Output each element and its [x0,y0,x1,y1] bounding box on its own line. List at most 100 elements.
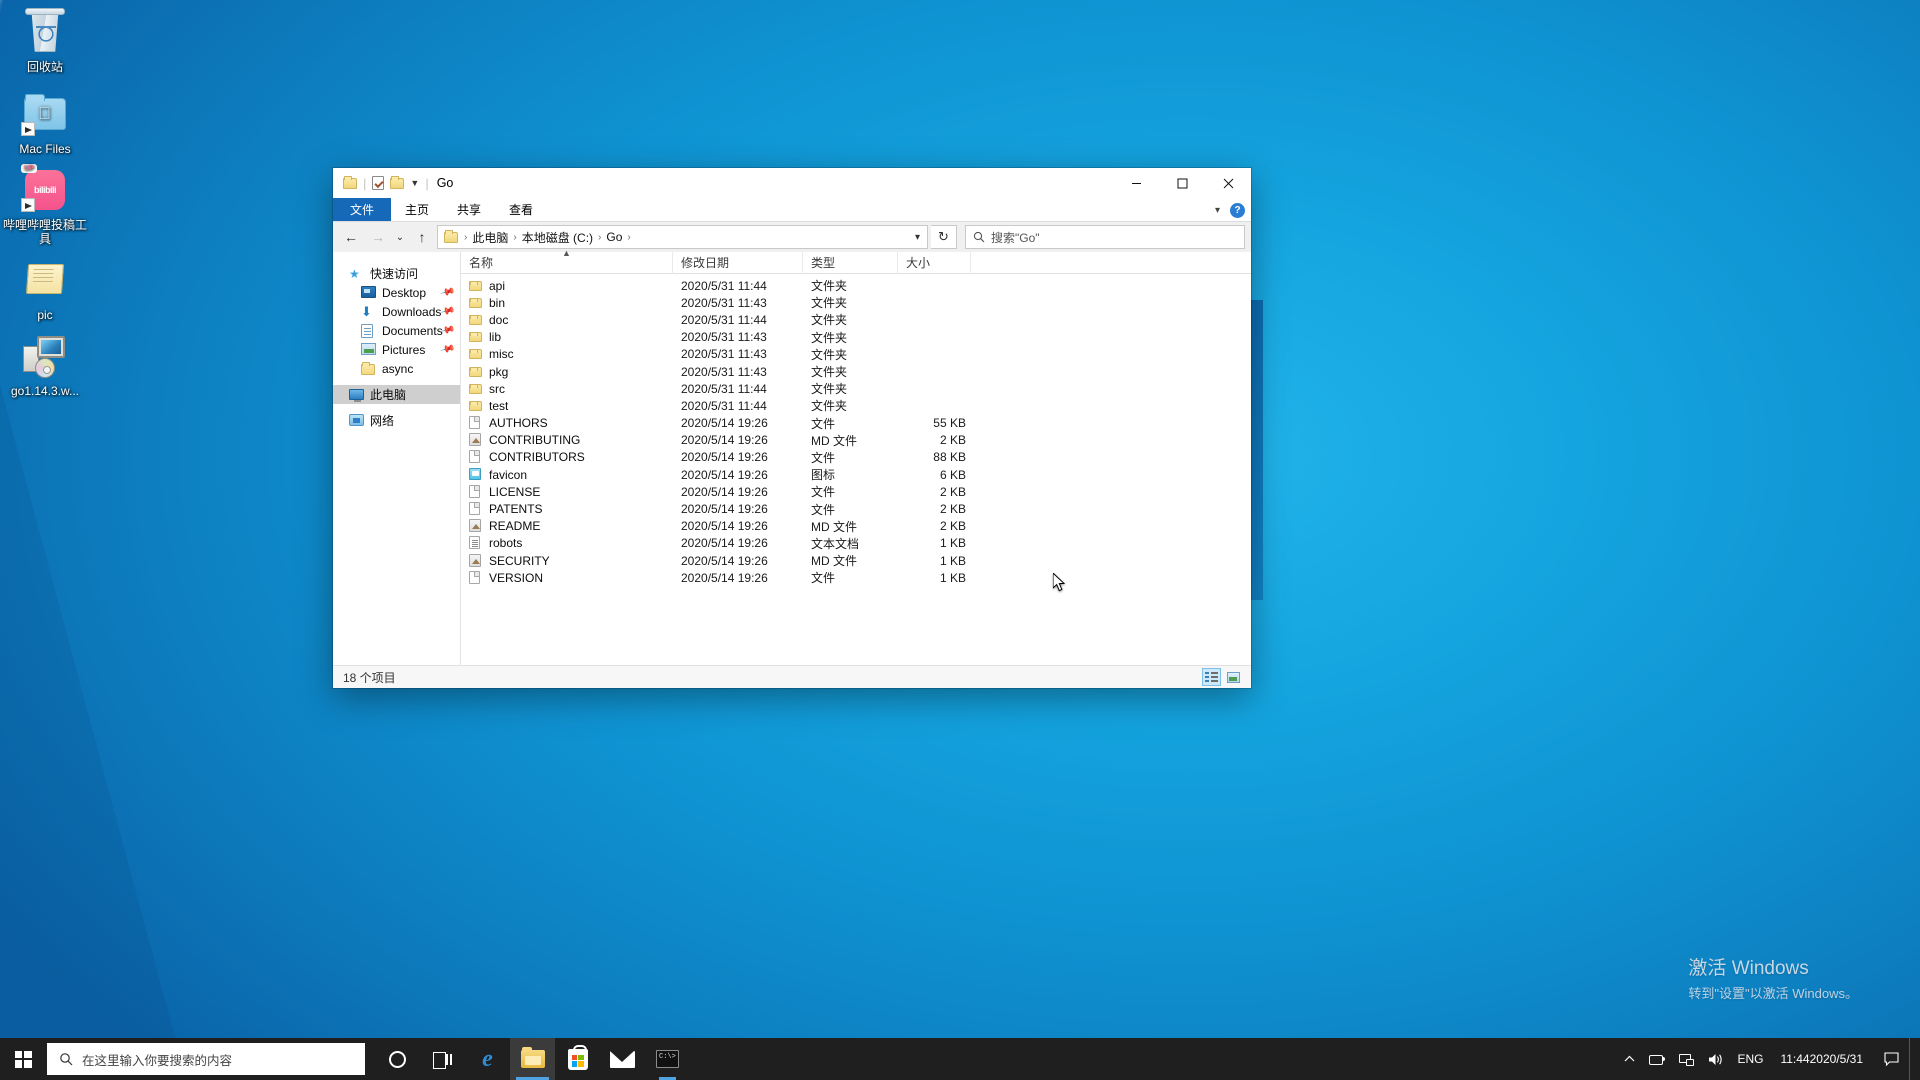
sidebar-item-pictures[interactable]: Pictures 📌 [333,340,460,359]
tab-file[interactable]: 文件 [333,198,392,221]
table-row[interactable]: PATENTS 2020/5/14 19:26 文件 2 KB [461,500,1251,517]
minimize-button[interactable] [1113,168,1159,198]
large-icons-view-button[interactable] [1224,668,1243,686]
help-button[interactable]: ? [1230,202,1245,218]
column-header-size[interactable]: 大小 [898,251,971,274]
file-explorer-button[interactable] [510,1038,555,1080]
recent-locations-button[interactable]: ⌄ [393,225,407,249]
column-header-type[interactable]: 类型 [803,251,898,274]
table-row[interactable]: CONTRIBUTING 2020/5/14 19:26 MD 文件 2 KB [461,432,1251,449]
table-row[interactable]: bin 2020/5/31 11:43 文件夹 [461,294,1251,311]
sidebar-item-documents[interactable]: Documents 📌 [333,321,460,340]
task-view-button[interactable] [420,1038,465,1080]
table-row[interactable]: test 2020/5/31 11:44 文件夹 [461,397,1251,414]
sidebar-item-async[interactable]: async [333,359,460,378]
table-row[interactable]: pkg 2020/5/31 11:43 文件夹 [461,363,1251,380]
table-row[interactable]: misc 2020/5/31 11:43 文件夹 [461,346,1251,363]
pin-icon[interactable]: 📌 [439,342,455,358]
item-count-label: 18 个项目 [343,670,396,685]
column-header-date[interactable]: 修改日期 [673,251,803,274]
table-row[interactable]: lib 2020/5/31 11:43 文件夹 [461,329,1251,346]
tray-overflow-button[interactable] [1617,1038,1642,1080]
bilibili-icon: bilibili UP [21,164,69,214]
desktop-icon-bilibili[interactable]: bilibili UP 哔哩哔哩投稿工具 [2,164,88,246]
taskbar-search-input[interactable]: 在这里输入你要搜索的内容 [47,1043,365,1075]
file-name: PATENTS [489,502,543,517]
title-bar[interactable]: | ▼ | Go [333,168,1251,198]
address-bar[interactable]: ← → ⌄ ↑ › 此电脑 › 本地磁盘 (C:) › Go › ▾ ↻ 搜索"… [333,222,1251,252]
back-button[interactable]: ← [339,225,363,249]
desktop-icon-mac-files[interactable]:  Mac Files [2,90,88,156]
table-row[interactable]: api 2020/5/31 11:44 文件夹 [461,277,1251,294]
tray-network-button[interactable] [1672,1038,1701,1080]
taskbar[interactable]: 在这里输入你要搜索的内容 e C:\> ENG 11:44 2020/5/31 [0,1038,1920,1080]
breadcrumb-item-this-pc[interactable]: 此电脑 [469,229,511,246]
microsoft-store-button[interactable] [555,1038,600,1080]
table-row[interactable]: AUTHORS 2020/5/14 19:26 文件 55 KB [461,415,1251,432]
sidebar-item-downloads[interactable]: ⬇ Downloads 📌 [333,302,460,321]
folder-icon [469,382,482,396]
table-row[interactable]: LICENSE 2020/5/14 19:26 文件 2 KB [461,483,1251,500]
search-input[interactable]: 搜索"Go" [965,225,1245,249]
ribbon-tab-bar[interactable]: 文件 主页 共享 查看 ▾ ? [333,198,1251,222]
table-row[interactable]: robots 2020/5/14 19:26 文本文档 1 KB [461,535,1251,552]
quick-access-toolbar[interactable]: | ▼ | [343,175,429,191]
file-rows[interactable]: api 2020/5/31 11:44 文件夹 bin 2020/5/31 11:43 文… [461,274,1251,665]
breadcrumb-item-go[interactable]: Go [603,230,625,244]
breadcrumb[interactable]: › 此电脑 › 本地磁盘 (C:) › Go › ▾ [437,225,928,249]
tray-volume-button[interactable] [1701,1038,1730,1080]
table-row[interactable]: README 2020/5/14 19:26 MD 文件 2 KB [461,518,1251,535]
desktop-icon-pic[interactable]: pic [2,256,88,322]
table-row[interactable]: SECURITY 2020/5/14 19:26 MD 文件 1 KB [461,552,1251,569]
close-button[interactable] [1205,168,1251,198]
tab-home[interactable]: 主页 [391,198,443,221]
pin-icon[interactable]: 📌 [439,285,455,301]
breadcrumb-item-local-disk[interactable]: 本地磁盘 (C:) [519,229,596,246]
column-header-name[interactable]: 名称 ▲ [461,248,673,274]
tab-share[interactable]: 共享 [443,198,495,221]
navigation-pane[interactable]: ★ 快速访问 Desktop 📌 ⬇ Downloads 📌 Documents… [333,252,461,665]
system-tray[interactable]: ENG 11:44 2020/5/31 [1617,1038,1920,1080]
show-desktop-button[interactable] [1909,1038,1916,1080]
tab-view[interactable]: 查看 [495,198,547,221]
cell-name: test [461,399,673,413]
window-controls[interactable] [1113,168,1251,198]
notification-center-button[interactable] [1873,1038,1909,1080]
table-row[interactable]: VERSION 2020/5/14 19:26 文件 1 KB [461,569,1251,586]
sidebar-item-this-pc[interactable]: 此电脑 [333,385,460,404]
forward-button[interactable]: → [366,225,390,249]
file-explorer-window[interactable]: | ▼ | Go 文件 主页 共享 查看 ▾ ? ← → ⌄ ↑ › 此电脑 ›… [333,168,1251,688]
chevron-down-icon[interactable]: ▼ [410,178,419,188]
sidebar-item-quick-access[interactable]: ★ 快速访问 [333,264,460,283]
maximize-button[interactable] [1159,168,1205,198]
tray-language-button[interactable]: ENG [1730,1038,1770,1080]
view-toggle-group[interactable] [1202,668,1243,686]
sidebar-item-network[interactable]: 网络 [333,411,460,430]
taskbar-app-buttons[interactable]: e [375,1038,690,1080]
new-folder-icon[interactable] [390,175,405,189]
chevron-down-icon[interactable]: ▾ [915,232,923,243]
mail-button[interactable] [600,1038,645,1080]
column-headers[interactable]: 名称 ▲ 修改日期 类型 大小 [461,248,1251,274]
properties-icon[interactable] [372,176,385,190]
cortana-button[interactable] [375,1038,420,1080]
terminal-button[interactable] [645,1038,690,1080]
up-button[interactable]: ↑ [410,225,434,249]
desktop-icon-recycle-bin[interactable]: 回收站 [2,8,88,74]
start-button[interactable] [0,1038,46,1080]
table-row[interactable]: favicon 2020/5/14 19:26 图标 6 KB [461,466,1251,483]
table-row[interactable]: src 2020/5/31 11:44 文件夹 [461,380,1251,397]
tray-usb-button[interactable] [1642,1038,1672,1080]
desktop-icon-go-installer[interactable]: go1.14.3.w... [2,332,88,398]
refresh-button[interactable]: ↻ [931,225,957,249]
sidebar-item-desktop[interactable]: Desktop 📌 [333,283,460,302]
details-view-button[interactable] [1202,668,1221,686]
tray-clock[interactable]: 11:44 2020/5/31 [1770,1038,1873,1080]
file-list-pane[interactable]: 名称 ▲ 修改日期 类型 大小 api 2020/5/31 11:44 文件夹 bin… [461,248,1251,665]
edge-button[interactable]: e [465,1038,510,1080]
mac-files-folder-icon:  [21,90,69,138]
table-row[interactable]: doc 2020/5/31 11:44 文件夹 [461,311,1251,328]
desktop[interactable]: 回收站  Mac Files bilibili UP 哔哩哔哩投稿工具 pic… [0,0,1920,1080]
table-row[interactable]: CONTRIBUTORS 2020/5/14 19:26 文件 88 KB [461,449,1251,466]
chevron-down-icon[interactable]: ▾ [1215,205,1220,216]
